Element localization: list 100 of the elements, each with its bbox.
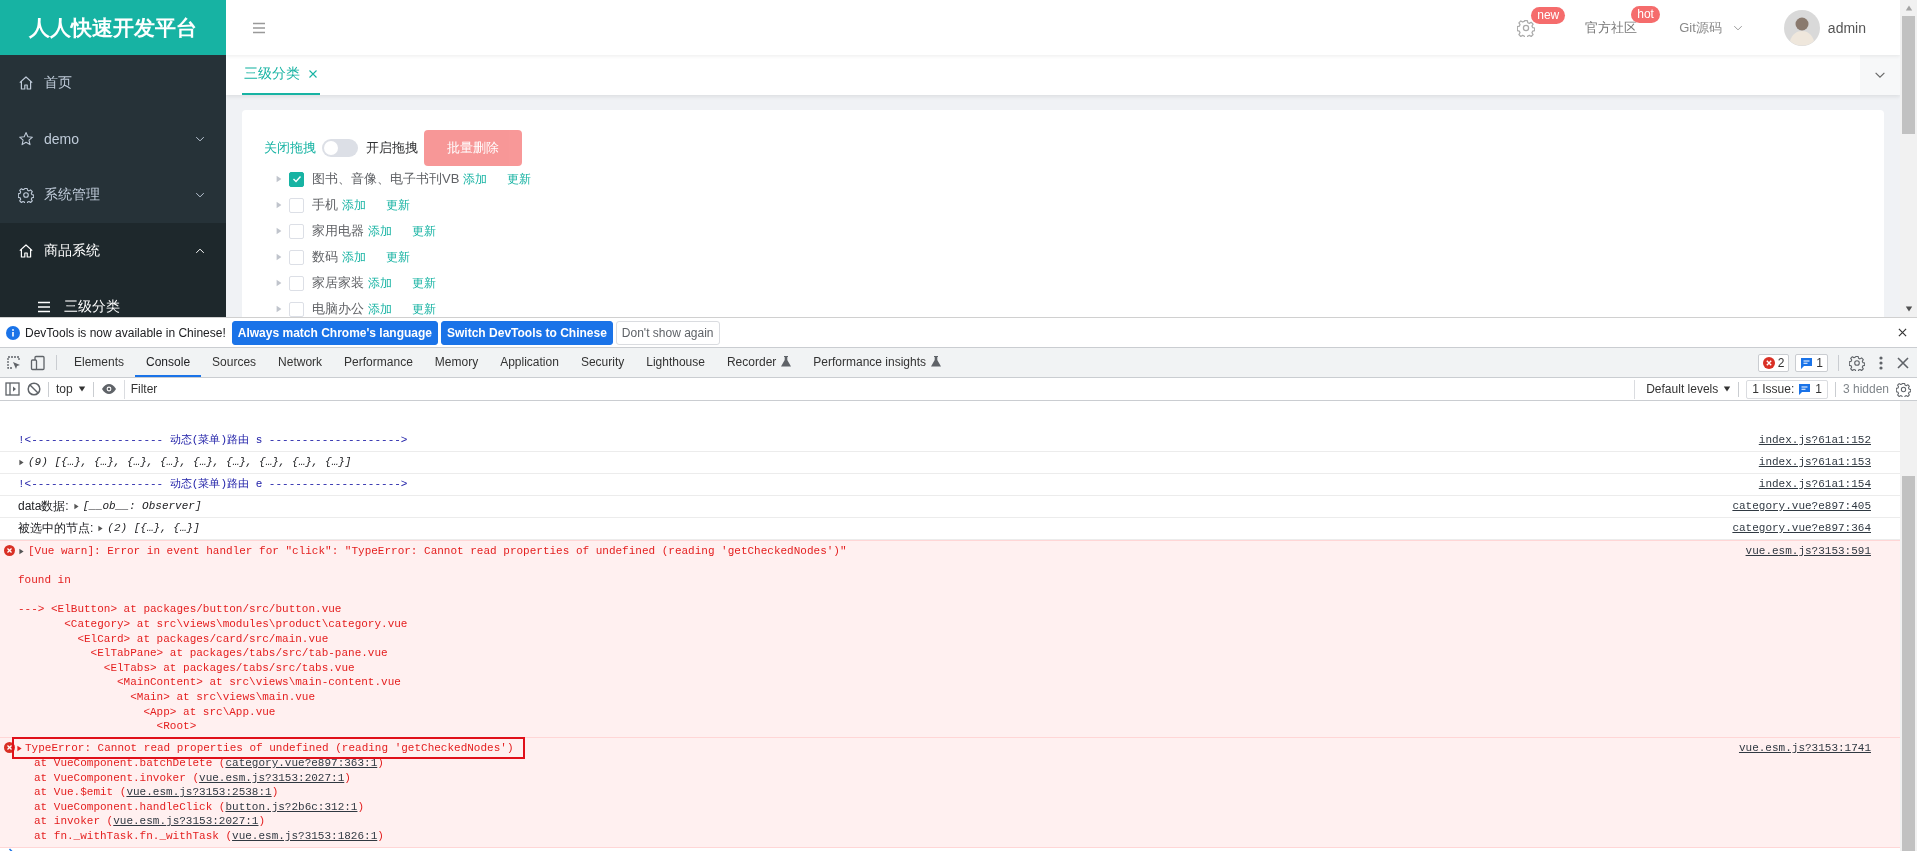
arrow-up-icon <box>1904 4 1913 12</box>
stack-line: at VueComponent.handleClick (button.js?2b6c:312:1) <box>33 799 366 815</box>
expand-icon <box>275 201 283 209</box>
tree-node-label[interactable]: 家居家装 <box>312 274 364 292</box>
devtools-tab[interactable]: Recorder <box>715 348 803 377</box>
source-link[interactable]: category.vue?e897:363:1 <box>225 757 378 770</box>
toggle-switch[interactable] <box>322 139 358 157</box>
tree-node-label[interactable]: 数码 <box>312 248 338 266</box>
scrollbar[interactable] <box>1900 401 1917 851</box>
error-icon <box>4 741 15 753</box>
error-message: TypeError: Cannot read properties of undefined (reading 'getCheckedNodes') <box>25 740 514 756</box>
object-preview[interactable]: [__ob__: Observer] <box>82 496 202 517</box>
source-link[interactable]: vue.esm.js?3153:1826:1 <box>232 830 378 843</box>
object-preview[interactable]: (2) [{…}, {…}] <box>107 518 200 539</box>
error-icon <box>4 545 15 556</box>
menu-item[interactable]: 系统管理 <box>0 167 226 223</box>
avatar-icon[interactable] <box>1783 9 1820 46</box>
devtools-tab[interactable]: Performance insights <box>802 348 953 377</box>
submenu-item[interactable]: 三级分类 <box>0 279 226 317</box>
source-link[interactable]: category.vue?e897:405 <box>1722 496 1871 517</box>
stack-line: at VueComponent.invoker (vue.esm.js?3153:2027:1) <box>33 770 352 786</box>
tree-node-label[interactable]: 电脑办公 <box>312 300 364 317</box>
source-link[interactable]: index.js?61a1:152 <box>1748 430 1871 451</box>
message-count[interactable]: 1 <box>1795 353 1828 372</box>
source-link[interactable]: category.vue?e897:364 <box>1722 518 1871 539</box>
settings-icon[interactable] <box>1849 354 1865 371</box>
filter-field[interactable]: Filter <box>123 379 1636 399</box>
devtools-tab[interactable]: Sources <box>201 348 268 377</box>
devtools-tab[interactable]: Performance <box>333 348 424 377</box>
trace-line: <MainContent> at src\views\main-content.vue <box>116 675 402 690</box>
clear-icon[interactable] <box>27 382 41 396</box>
more-icon[interactable] <box>1879 355 1883 370</box>
log-text: !<-------------------- 动态(菜单)路由 e --------------------> <box>18 477 408 492</box>
source-link[interactable]: vue.esm.js?3153:2027:1 <box>113 815 259 828</box>
sidebar-toggle-icon[interactable] <box>5 382 20 396</box>
trace-line: <Category> at src\views\modules\product\category.vue <box>63 616 409 632</box>
tree-node-label[interactable]: 手机 <box>312 196 338 214</box>
error-count[interactable]: 2 <box>1757 353 1790 372</box>
levels-dropdown[interactable]: Default levels <box>1646 382 1732 396</box>
switch-label: 开启拖拽 <box>366 139 418 157</box>
scrollbar[interactable] <box>1900 0 1917 317</box>
dismiss-button[interactable]: Don't show again <box>615 320 720 345</box>
devtools-tab[interactable]: Memory <box>423 348 490 377</box>
tree-node-label[interactable]: 家用电器 <box>312 222 364 240</box>
devtools-tab[interactable]: Application <box>489 348 570 377</box>
action-button[interactable]: Always match Chrome's language <box>231 320 439 345</box>
device-icon[interactable] <box>30 354 46 371</box>
source-link[interactable]: vue.esm.js?3153:2027:1 <box>199 771 345 784</box>
source-link[interactable]: index.js?61a1:154 <box>1748 474 1871 495</box>
message-icon <box>1798 383 1812 395</box>
home-icon <box>18 75 34 91</box>
expand-icon <box>275 175 283 183</box>
menu-item[interactable]: 首页 <box>0 55 226 111</box>
expand-icon <box>275 279 283 287</box>
expand-icon <box>275 253 283 261</box>
expand-icon <box>18 547 25 555</box>
log-text: !<-------------------- 动态(菜单)路由 s --------------------> <box>18 433 408 448</box>
inspect-icon[interactable] <box>6 354 22 371</box>
info-message: DevTools is now available in Chinese! <box>25 325 226 340</box>
issues-button[interactable]: 1 Issue: 1 <box>1746 379 1828 399</box>
checkbox[interactable] <box>289 171 304 187</box>
menu-icon <box>36 299 52 315</box>
check-icon <box>291 174 302 184</box>
log-text: found in <box>18 573 72 588</box>
log-label: 被选中的节点: <box>18 520 94 537</box>
source-link[interactable]: button.js?2b6c:312:1 <box>225 800 358 813</box>
source-link[interactable]: index.js?61a1:153 <box>1748 452 1871 473</box>
menu-item[interactable]: 商品系统 <box>0 223 226 279</box>
trace-line: ---> <ElButton> at packages/button/src/button.vue <box>18 602 343 617</box>
trace-line: <ElTabs> at packages/tabs/src/tabs.vue <box>102 660 356 676</box>
source-dropdown[interactable]: Git源码 <box>1679 18 1744 37</box>
settings-icon[interactable] <box>1896 381 1911 397</box>
source-link[interactable]: vue.esm.js?3153:591 <box>1735 544 1871 559</box>
hidden-count: 3 hidden <box>1842 382 1889 396</box>
stack-line: at Vue.$emit (vue.esm.js?3153:2538:1) <box>33 785 280 800</box>
source-link[interactable]: vue.esm.js?3153:1741 <box>1728 740 1871 756</box>
caret-icon <box>1723 385 1732 393</box>
trace-line: <ElCard> at packages/card/src/main.vue <box>76 631 330 647</box>
action-button[interactable]: Switch DevTools to Chinese <box>441 320 613 345</box>
devtools-tab[interactable]: Elements <box>63 348 136 377</box>
stack-line: at VueComponent.batchDelete (category.vue?e897:363:1) <box>33 756 385 771</box>
devtools-tab[interactable]: Network <box>267 348 334 377</box>
switch-label: 关闭拖拽 <box>264 139 316 157</box>
log-label: data数据: <box>18 498 69 515</box>
app-logo: 人人快速开发平台 <box>0 0 226 55</box>
user-name[interactable]: admin <box>1827 19 1866 36</box>
menu-item[interactable]: demo <box>0 111 226 167</box>
expand-icon <box>97 525 105 532</box>
source-link[interactable]: vue.esm.js?3153:2538:1 <box>126 786 272 799</box>
tag-badge: hot <box>1631 5 1660 23</box>
message-icon <box>1800 356 1814 369</box>
devtools-tab[interactable]: Lighthouse <box>635 348 716 377</box>
close-icon[interactable] <box>1897 356 1909 369</box>
eye-icon[interactable] <box>100 383 117 395</box>
object-preview[interactable]: (9) [{…}, {…}, {…}, {…}, {…}, {…}, {…}, {…}, {…}] <box>28 452 352 473</box>
settings-icon[interactable] <box>1517 18 1536 37</box>
close-icon[interactable] <box>1898 328 1907 337</box>
tree-node-label[interactable]: 图书、音像、电子书刊VB <box>312 170 460 188</box>
devtools-tab[interactable]: Security <box>569 348 636 377</box>
context-dropdown[interactable]: top <box>56 382 86 396</box>
